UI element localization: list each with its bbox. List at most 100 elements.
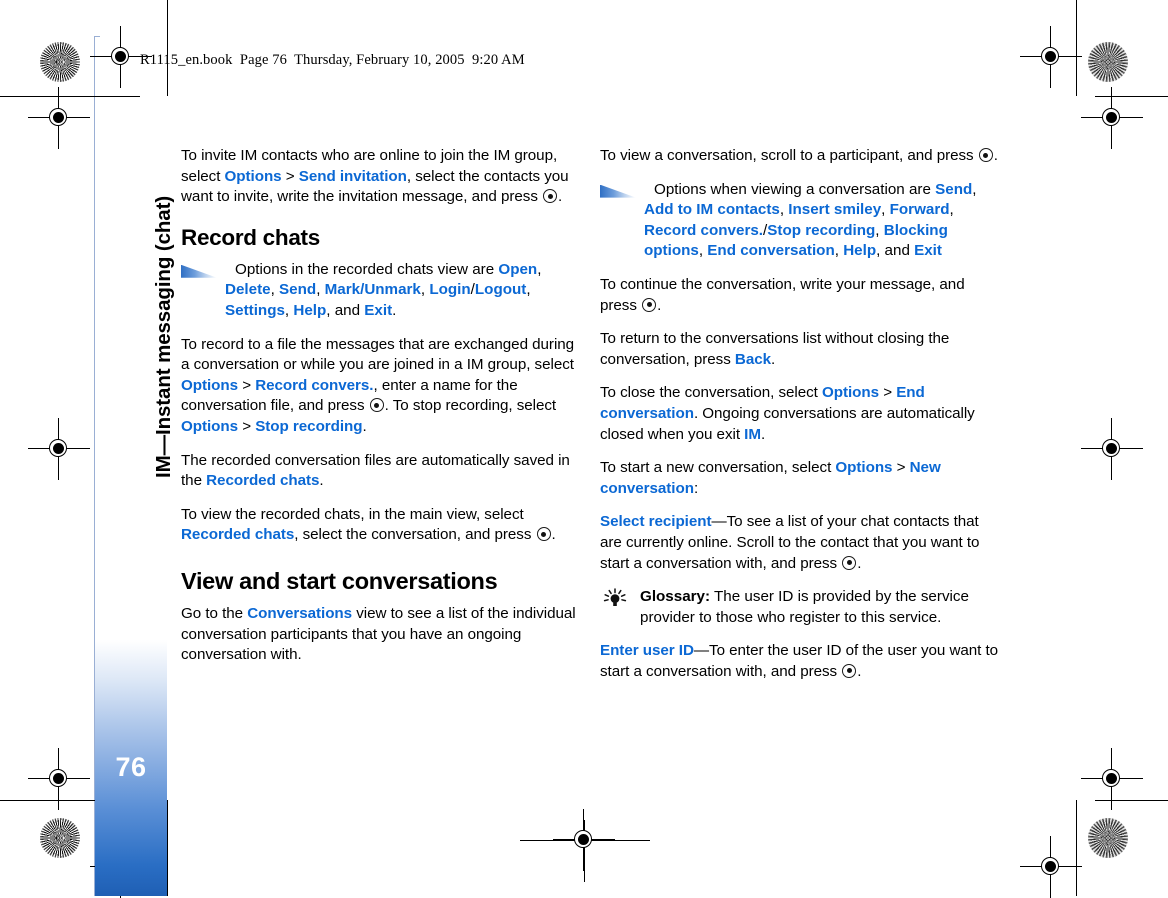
keyword-login: Login (429, 281, 471, 299)
text-run: . (392, 301, 397, 319)
note-recorded-chats-options: Options in the recorded chats view are O… (181, 260, 581, 322)
right-text-column: To view a conversation, scroll to a part… (600, 146, 1004, 695)
text-run: . (857, 554, 862, 572)
keyword-mark-unmark: Mark/Unmark (324, 281, 421, 299)
paragraph-files-saved: The recorded conversation files are auto… (181, 451, 581, 492)
registration-mark-mid-right (1081, 418, 1143, 480)
tip-glossary: Glossary: The user ID is provided by the… (600, 587, 1004, 628)
text-run: , (526, 281, 531, 299)
text-run: , (949, 201, 954, 219)
text-run: > (879, 384, 897, 402)
keyword-send-invitation: Send invitation (298, 167, 407, 185)
page-number: 76 (115, 752, 147, 782)
text-run: . (771, 350, 776, 368)
keyword-send: Send (279, 281, 317, 299)
scroll-key-icon (842, 555, 857, 570)
paragraph-view-conversation: To view a conversation, scroll to a part… (600, 146, 1004, 167)
text-run: . (657, 296, 662, 314)
keyword-back: Back (734, 350, 772, 368)
text-run: . To stop recording, select (384, 397, 557, 415)
registration-mark-mid-left (28, 418, 90, 480)
left-text-column: To invite IM contacts who are online to … (181, 146, 581, 679)
registration-mark-bottom-center (553, 809, 615, 871)
trim-line-top-left-h (0, 96, 140, 97)
text-run: . (857, 662, 862, 680)
keyword-add-to-im-contacts: Add to IM contacts (644, 201, 780, 219)
registration-mark-mid-right-upper (1081, 87, 1143, 149)
registration-mark-mid-left-upper (28, 87, 90, 149)
heading-view-and-start-conversations: View and start conversations (181, 567, 498, 594)
keyword-exit: Exit (914, 242, 942, 260)
trim-line-bottom-center-v (584, 820, 585, 882)
keyword-settings: Settings (225, 301, 285, 319)
text-run: To close the conversation, select (600, 384, 823, 402)
running-head: R1115_en.book Page 76 Thursday, February… (140, 52, 525, 68)
keyword-send: Send (935, 180, 973, 198)
paragraph-start-new-conversation: To start a new conversation, select Opti… (600, 458, 1004, 499)
text-run: , select the conversation, and press (294, 526, 536, 544)
paragraph-view-recorded-chats: To view the recorded chats, in the main … (181, 505, 581, 546)
text-run: To view a conversation, scroll to a part… (600, 147, 978, 164)
chapter-title: IM—Instant messaging (chat) (152, 195, 175, 478)
keyword-insert-smiley: Insert smiley (788, 201, 882, 219)
text-run: . (760, 425, 766, 443)
trim-line-top-blue (94, 36, 100, 37)
paragraph-return-to-list: To return to the conversations list with… (600, 329, 1004, 370)
registration-mark-top-right (1020, 26, 1082, 88)
note-arrow-icon (181, 264, 217, 278)
text-run: Go to the (181, 604, 248, 622)
text-run: Options when viewing a conversation are (654, 180, 936, 198)
scroll-key-icon (642, 297, 657, 312)
registration-mark-bottom-right-corner (1020, 836, 1082, 898)
text-run: To record to a file the messages that ar… (181, 335, 575, 374)
keyword-stop-recording: Stop recording (255, 417, 363, 435)
lightbulb-icon (600, 588, 630, 608)
density-star-target-top-left (40, 42, 80, 82)
scroll-key-icon (536, 527, 551, 542)
registration-mark-bottom-left (28, 748, 90, 810)
text-run: , (537, 260, 542, 278)
trim-line-bottom-left-v (167, 800, 168, 896)
paragraph-select-recipient: Select recipient—To see a list of your c… (600, 512, 1004, 574)
keyword-record-convers: Record convers. (644, 221, 764, 239)
scroll-key-icon (369, 398, 384, 413)
density-star-target-bottom-left (40, 818, 80, 858)
keyword-options: Options (822, 384, 880, 402)
keyword-delete: Delete (225, 281, 271, 299)
text-run: , and (326, 301, 365, 319)
text-run: . (558, 188, 563, 206)
keyword-recorded-chats: Recorded chats (206, 472, 320, 490)
keyword-logout: Logout (474, 281, 527, 299)
registration-mark-top-left (90, 26, 152, 88)
text-run: Options in the recorded chats view are (235, 260, 499, 278)
trim-line-bottom-right-v (1076, 800, 1077, 896)
text-run: . (993, 147, 998, 164)
paragraph-enter-user-id: Enter user ID—To enter the user ID of th… (600, 641, 1004, 682)
registration-mark-bottom-right (1081, 748, 1143, 810)
keyword-conversations: Conversations (247, 604, 353, 622)
text-run: , (316, 281, 325, 299)
text-run: , (875, 221, 884, 239)
scroll-key-icon (842, 663, 857, 678)
paragraph-record-to-file: To record to a file the messages that ar… (181, 335, 581, 438)
text-run: : (693, 479, 699, 497)
keyword-recorded-chats: Recorded chats (181, 526, 295, 544)
tip-label: Glossary: (640, 588, 711, 606)
note-arrow-icon (600, 184, 636, 198)
text-run: . (362, 417, 367, 435)
paragraph-go-to-conversations: Go to the Conversations view to see a li… (181, 604, 581, 666)
text-run: . (551, 526, 556, 544)
keyword-help: Help (293, 301, 327, 319)
keyword-options: Options (181, 417, 239, 435)
paragraph-close-conversation: To close the conversation, select Option… (600, 383, 1004, 445)
text-run: . (319, 472, 324, 490)
text-run: , (972, 180, 977, 198)
text-run: > (281, 167, 299, 185)
trim-line-bottom-right-h (1095, 800, 1168, 801)
scroll-key-icon (978, 148, 993, 162)
paragraph-invite-contacts: To invite IM contacts who are online to … (181, 146, 581, 208)
text-run: > (238, 417, 256, 435)
density-star-target-bottom-right (1088, 818, 1128, 858)
text-run: To start a new conversation, select (600, 459, 836, 477)
heading-record-chats: Record chats (181, 224, 320, 250)
